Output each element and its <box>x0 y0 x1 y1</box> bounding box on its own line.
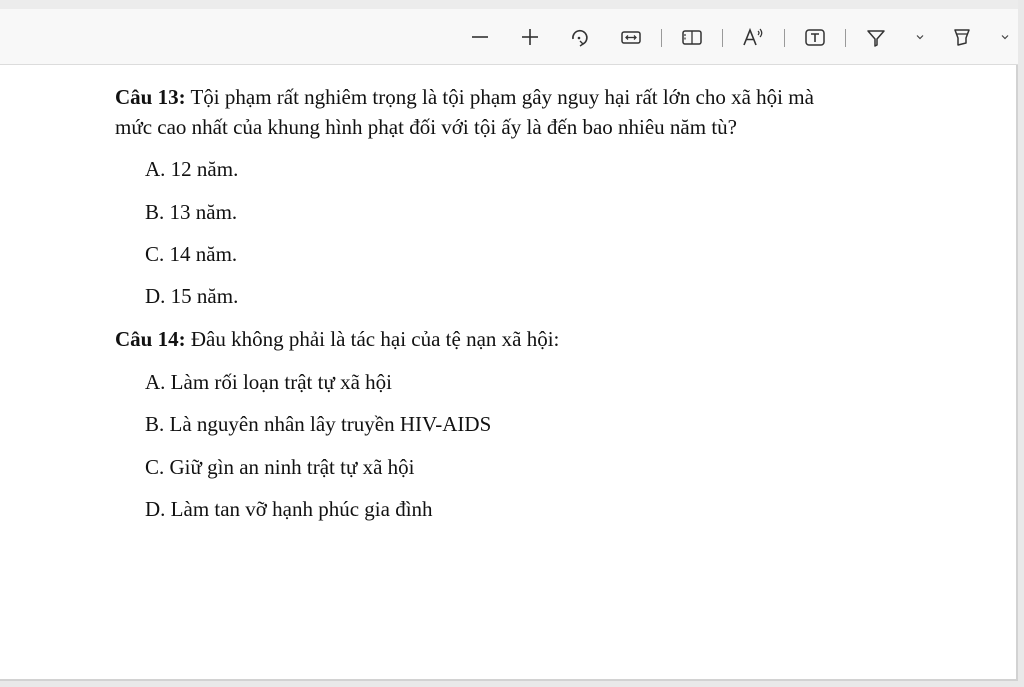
question-14-option-b: B. Là nguyên nhân lây truyền HIV-AIDS <box>145 412 492 436</box>
question-13-text-line-1: Tội phạm rất nghiêm trọng là tội phạm gâ… <box>185 85 814 109</box>
question-13-option-c: C. 14 năm. <box>145 242 238 266</box>
question-14-text: Đâu không phải là tác hại của tệ nạn xã … <box>185 327 560 351</box>
chevron-down-icon[interactable] <box>914 31 926 43</box>
page-view-icon[interactable] <box>680 25 704 49</box>
minus-icon[interactable] <box>468 25 492 49</box>
question-13-option-d: D. 15 năm. <box>145 284 239 308</box>
question-14: Câu 14: Đâu không phải là tác hại của tệ… <box>115 327 559 352</box>
window-top-strip <box>0 0 1018 9</box>
text-box-icon[interactable] <box>803 25 827 49</box>
rotate-icon[interactable] <box>567 25 591 49</box>
question-14-label: Câu 14: <box>115 327 186 351</box>
read-aloud-icon[interactable] <box>741 25 765 49</box>
question-13: Câu 13: Tội phạm rất nghiêm trọng là tội… <box>115 85 814 110</box>
toolbar-separator <box>722 29 723 47</box>
fit-width-icon[interactable] <box>619 25 643 49</box>
draw-icon[interactable] <box>950 25 974 49</box>
question-14-option-c: C. Giữ gìn an ninh trật tự xã hội <box>145 455 415 479</box>
plus-icon[interactable] <box>518 25 542 49</box>
toolbar-separator <box>845 29 846 47</box>
question-13-text-line-2: mức cao nhất của khung hình phạt đối với… <box>115 115 737 139</box>
question-14-option-d: D. Làm tan vỡ hạnh phúc gia đình <box>145 497 433 521</box>
pdf-toolbar <box>0 9 1018 65</box>
question-14-option-a: A. Làm rối loạn trật tự xã hội <box>145 370 392 394</box>
document-page: Câu 13: Tội phạm rất nghiêm trọng là tội… <box>0 66 1016 679</box>
toolbar-separator <box>661 29 662 47</box>
highlight-icon[interactable] <box>864 25 888 49</box>
question-13-option-b: B. 13 năm. <box>145 200 238 224</box>
pdf-viewer-window: Câu 13: Tội phạm rất nghiêm trọng là tội… <box>0 0 1018 681</box>
toolbar-separator <box>784 29 785 47</box>
question-13-option-a: A. 12 năm. <box>145 157 239 181</box>
chevron-down-icon[interactable] <box>999 31 1011 43</box>
question-13-label: Câu 13: <box>115 85 186 109</box>
